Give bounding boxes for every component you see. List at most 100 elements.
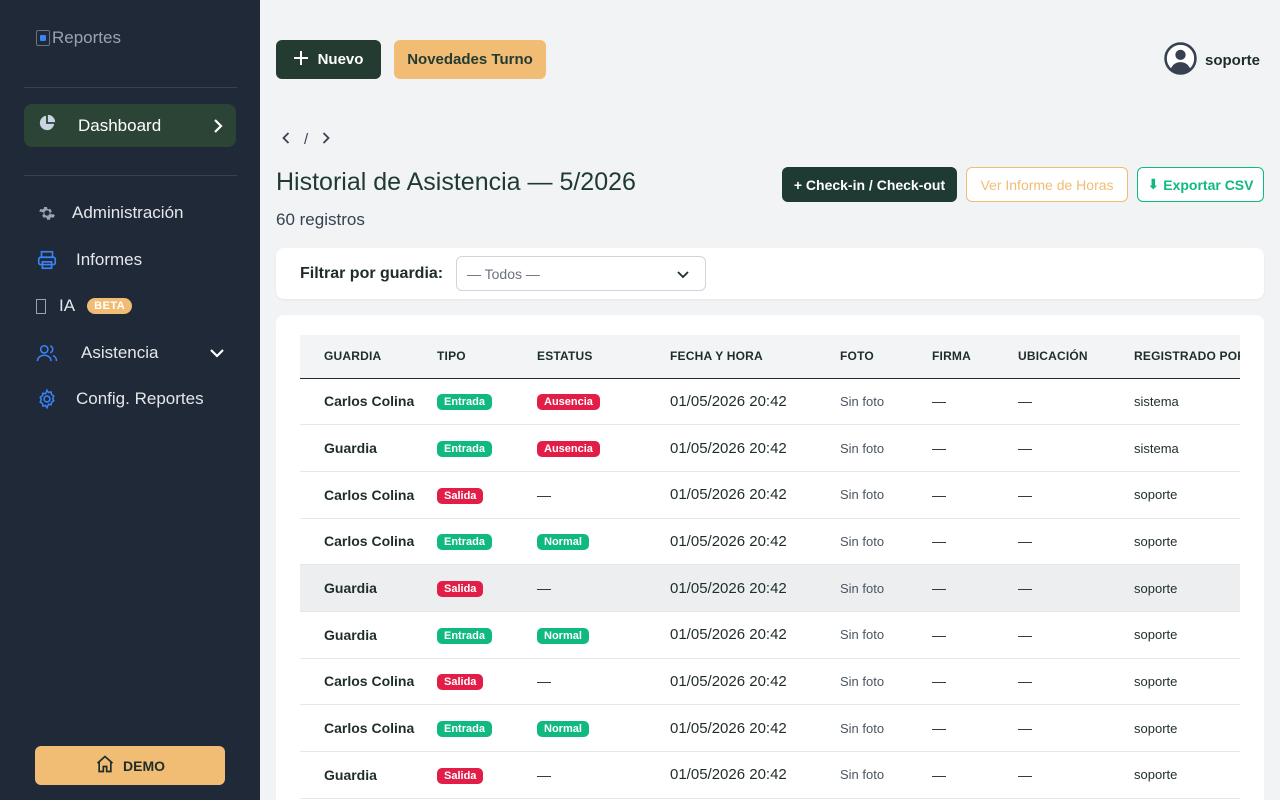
demo-label: DEMO xyxy=(123,757,165,774)
column-header[interactable]: GUARDIA xyxy=(300,335,437,379)
sidebar-item-label: Config. Reportes xyxy=(76,389,204,408)
estatus-badge: Normal xyxy=(537,721,589,738)
tipo-cell: Entrada xyxy=(437,704,537,752)
sidebar-divider xyxy=(24,87,237,88)
filter-label: Filtrar por guardia: xyxy=(300,265,444,282)
sidebar-item-config-reportes[interactable]: Config. Reportes xyxy=(36,387,204,411)
table-row[interactable]: Guardia Entrada Ausencia 01/05/2026 20:42 Si… xyxy=(300,424,1240,472)
user-menu[interactable]: soporte xyxy=(1164,42,1260,79)
users-icon xyxy=(36,342,58,364)
estatus-badge: Normal xyxy=(537,627,589,644)
tipo-cell: Entrada xyxy=(437,424,537,472)
guard-name: Guardia xyxy=(300,751,437,799)
tipo-cell: Entrada xyxy=(437,611,537,659)
table-row[interactable]: Guardia Salida —01/05/2026 20:42 Sin foto — —… xyxy=(300,564,1240,612)
registered-by: soporte xyxy=(1134,751,1240,799)
table-row[interactable]: Carlos Colina Entrada Normal 01/05/2026 20:… xyxy=(300,518,1240,566)
table-header-row: GUARDIA TIPO ESTATUS FECHA Y HORA FOTO F… xyxy=(300,335,1240,379)
estatus-cell: Ausencia xyxy=(537,378,670,426)
table-row[interactable]: Guardia Salida —01/05/2026 20:42 Sin foto — —… xyxy=(300,751,1240,799)
location: — xyxy=(1018,518,1134,566)
cog-icon xyxy=(36,388,58,410)
sidebar-item-informes[interactable]: Informes xyxy=(36,248,142,272)
demo-button[interactable]: DEMO xyxy=(35,746,225,785)
photo-status: Sin foto xyxy=(840,471,932,519)
select-value: — Todos — xyxy=(467,265,540,282)
registered-by: soporte xyxy=(1134,704,1240,752)
table-row[interactable]: Carlos Colina Entrada Normal 01/05/2026 20:… xyxy=(300,704,1240,752)
column-header[interactable]: FECHA Y HORA xyxy=(670,335,840,379)
sidebar-item-asistencia[interactable]: Asistencia xyxy=(36,341,224,365)
broken-image-icon xyxy=(36,30,50,46)
date-time: 01/05/2026 20:42 xyxy=(670,564,840,612)
export-csv-button[interactable]: ⬇ Exportar CSV xyxy=(1137,167,1264,202)
registered-by: soporte xyxy=(1134,611,1240,659)
signature: — xyxy=(932,424,1018,472)
date-time: 01/05/2026 20:42 xyxy=(670,611,840,659)
tipo-badge: Salida xyxy=(437,487,484,504)
sidebar-item-dashboard[interactable]: Dashboard xyxy=(24,104,236,147)
chevron-down-icon xyxy=(210,343,224,363)
table-row[interactable]: Guardia Entrada Normal 01/05/2026 20:42 Sin … xyxy=(300,611,1240,659)
table-scroll-container[interactable]: GUARDIA TIPO ESTATUS FECHA Y HORA FOTO F… xyxy=(300,335,1240,799)
chevron-right-icon xyxy=(200,118,236,133)
column-header[interactable]: FIRMA xyxy=(932,335,1018,379)
estatus-badge: Ausencia xyxy=(537,441,600,458)
photo-status: Sin foto xyxy=(840,518,932,566)
page-title: Historial de Asistencia — 5/2026 xyxy=(276,168,636,196)
tipo-badge: Salida xyxy=(437,581,484,598)
tipo-badge: Entrada xyxy=(437,627,492,644)
chevron-left-icon[interactable] xyxy=(282,131,290,148)
estatus-cell: Normal xyxy=(537,704,670,752)
new-button-label: Nuevo xyxy=(317,51,364,68)
column-header[interactable]: FOTO xyxy=(840,335,932,379)
tipo-badge: Entrada xyxy=(437,441,492,458)
estatus-cell: Normal xyxy=(537,611,670,659)
novedades-turno-button[interactable]: Novedades Turno xyxy=(394,40,546,79)
location: — xyxy=(1018,378,1134,426)
ver-informe-horas-button[interactable]: Ver Informe de Horas xyxy=(966,167,1128,202)
column-header[interactable]: REGISTRADO POR xyxy=(1134,335,1240,379)
sidebar-item-label: IA xyxy=(59,296,76,315)
attendance-table: GUARDIA TIPO ESTATUS FECHA Y HORA FOTO F… xyxy=(300,335,1240,799)
column-header[interactable]: ESTATUS xyxy=(537,335,670,379)
date-time: 01/05/2026 20:42 xyxy=(670,471,840,519)
location: — xyxy=(1018,564,1134,612)
chevron-right-icon[interactable] xyxy=(322,131,330,148)
printer-icon xyxy=(36,249,58,271)
table-row[interactable]: Carlos Colina Salida —01/05/2026 20:42 Sin … xyxy=(300,658,1240,706)
logo[interactable]: Reportes xyxy=(36,28,121,48)
signature: — xyxy=(932,564,1018,612)
registered-by: sistema xyxy=(1134,424,1240,472)
registered-by: soporte xyxy=(1134,518,1240,566)
pie-chart-icon xyxy=(38,114,56,137)
column-header[interactable]: TIPO xyxy=(437,335,537,379)
filter-card: Filtrar por guardia: — Todos — xyxy=(276,248,1264,299)
photo-status: Sin foto xyxy=(840,424,932,472)
home-icon xyxy=(95,754,115,777)
table-row[interactable]: Carlos Colina Entrada Ausencia 01/05/2026 2… xyxy=(300,378,1240,426)
plus-icon xyxy=(293,50,308,69)
tipo-cell: Salida xyxy=(437,564,537,612)
sidebar-divider xyxy=(24,175,237,176)
guard-name: Carlos Colina xyxy=(300,658,437,706)
signature: — xyxy=(932,704,1018,752)
signature: — xyxy=(932,378,1018,426)
new-button[interactable]: Nuevo xyxy=(276,40,381,79)
attendance-table-card: GUARDIA TIPO ESTATUS FECHA Y HORA FOTO F… xyxy=(276,315,1264,800)
record-count: 60 registros xyxy=(276,210,365,229)
date-time: 01/05/2026 20:42 xyxy=(670,378,840,426)
sidebar-item-label: Asistencia xyxy=(81,343,159,362)
sidebar-item-ia[interactable]: IA BETA xyxy=(36,294,133,318)
guard-filter-select[interactable]: — Todos — xyxy=(456,256,706,291)
beta-badge: BETA xyxy=(87,298,133,314)
checkin-checkout-button[interactable]: + Check-in / Check-out xyxy=(782,167,957,202)
signature: — xyxy=(932,471,1018,519)
signature: — xyxy=(932,611,1018,659)
column-header[interactable]: UBICACIÓN xyxy=(1018,335,1134,379)
chevron-down-icon xyxy=(677,266,689,282)
photo-status: Sin foto xyxy=(840,751,932,799)
table-row[interactable]: Carlos Colina Salida —01/05/2026 20:42 Sin … xyxy=(300,471,1240,519)
guard-name: Carlos Colina xyxy=(300,704,437,752)
sidebar-item-administracion[interactable]: Administración xyxy=(36,201,184,225)
